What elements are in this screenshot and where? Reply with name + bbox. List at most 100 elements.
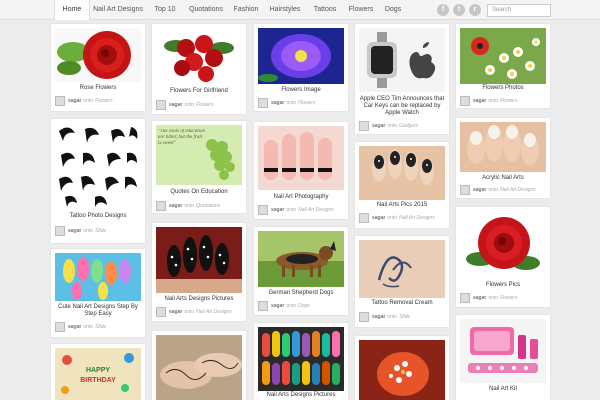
pin-board[interactable]: Slide <box>95 228 106 234</box>
nav-home[interactable]: Home <box>54 0 90 20</box>
pin-card[interactable]: Flowers Photos sagar onto Flowers <box>456 24 550 108</box>
pin-user[interactable]: sagar <box>473 98 486 104</box>
pin-card[interactable]: Apple CEO Tim Announces that Car Keys ca… <box>355 24 449 134</box>
pin-title[interactable]: Nail Art Kit <box>458 386 548 393</box>
nav-dogs[interactable]: Dogs <box>378 0 408 20</box>
pin-image[interactable] <box>460 319 546 383</box>
pin-user[interactable]: sagar <box>169 102 182 108</box>
pin-user[interactable]: sagar <box>473 187 486 193</box>
avatar[interactable] <box>258 205 268 215</box>
pin-board[interactable]: Flowers <box>95 98 113 104</box>
pin-image[interactable] <box>156 28 242 86</box>
pin-board[interactable]: Flowers <box>500 98 518 104</box>
pin-card[interactable]: Flowers Pics sagar onto Flowers <box>456 207 550 307</box>
pin-card[interactable]: Cute Nail Art Designs Step By Step Easy … <box>51 249 145 337</box>
pin-card[interactable]: Nail Arts Designs Pictures <box>254 323 348 400</box>
pin-card[interactable]: Tattoo Removal Cream sagar onto Slide <box>355 236 449 327</box>
pin-title[interactable]: Apple CEO Tim Announces that Car Keys ca… <box>357 96 447 117</box>
nav-hairstyles[interactable]: Hairstyles <box>264 0 306 20</box>
pin-title[interactable]: Tattoo Photo Designs <box>53 213 143 220</box>
nav-tattoos[interactable]: Tattoos <box>306 0 344 20</box>
pin-title[interactable]: Flowers Photos <box>458 85 548 92</box>
pin-image[interactable] <box>258 231 344 287</box>
nav-quotations[interactable]: Quotations <box>184 0 228 20</box>
pin-image[interactable] <box>258 28 344 84</box>
pin-image[interactable] <box>359 340 445 400</box>
nav-nail-art-designs[interactable]: Nail Art Designs <box>90 0 146 20</box>
pin-card[interactable]: Nail Arts Pics 2015 sagar onto Nail Art … <box>355 142 449 228</box>
pin-card[interactable]: Flowers Image sagar onto Flowers <box>254 24 348 111</box>
pin-card[interactable]: Nail Art Kit <box>456 315 550 400</box>
search-input[interactable]: Search <box>487 4 551 17</box>
pin-title[interactable]: Cute Nail Art Designs Step By Step Easy <box>53 304 143 318</box>
pin-title[interactable]: Quotes On Education <box>154 189 244 196</box>
pin-image[interactable] <box>55 253 141 301</box>
pin-user[interactable]: sagar <box>169 309 182 315</box>
pin-title[interactable]: Nail Art Photography <box>256 194 346 201</box>
pin-card[interactable]: Flowers For Girlfriend sagar onto Flower… <box>152 24 246 114</box>
pin-card[interactable]: Tattoo Photo Designs sagar onto Slide <box>51 119 145 243</box>
avatar[interactable] <box>156 201 166 211</box>
avatar[interactable] <box>460 185 470 195</box>
avatar[interactable] <box>460 96 470 106</box>
avatar[interactable] <box>55 226 65 236</box>
pin-image[interactable] <box>156 335 242 400</box>
facebook-icon[interactable]: f <box>437 4 449 16</box>
avatar[interactable] <box>359 312 369 322</box>
pin-card[interactable] <box>355 336 449 400</box>
pin-board[interactable]: Slide <box>95 324 106 330</box>
pin-board[interactable]: Nail Art Designs <box>298 207 334 213</box>
pin-user[interactable]: sagar <box>271 207 284 213</box>
pin-title[interactable]: Flowers Pics <box>458 282 548 289</box>
pin-card[interactable]: Nail Art Photography sagar onto Nail Art… <box>254 122 348 219</box>
pin-image[interactable] <box>359 146 445 200</box>
pin-title[interactable]: German Shepherd Dogs <box>256 290 346 297</box>
avatar[interactable] <box>359 121 369 131</box>
pin-board[interactable]: Flowers <box>196 102 214 108</box>
pin-title[interactable]: Rose Flowers <box>53 85 143 92</box>
pin-user[interactable]: sagar <box>169 203 182 209</box>
pin-board[interactable]: Dogs <box>298 303 310 309</box>
pin-title[interactable]: Flowers For Girlfriend <box>154 88 244 95</box>
pin-board[interactable]: Flowers <box>298 100 316 106</box>
pin-board[interactable]: Gadgets <box>399 123 418 129</box>
pin-card[interactable]: Acrylic Nail Arts sagar onto Nail Art De… <box>456 118 550 198</box>
avatar[interactable] <box>55 322 65 332</box>
pin-board[interactable]: Slide <box>399 314 410 320</box>
pin-title[interactable]: Nail Arts Designs Pictures <box>256 392 346 399</box>
pin-board[interactable]: Flowers <box>500 295 518 301</box>
pin-title[interactable]: Tattoo Removal Cream <box>357 300 447 307</box>
pin-board[interactable]: Quotations <box>196 203 220 209</box>
nav-flowers[interactable]: Flowers <box>344 0 378 20</box>
rss-icon[interactable]: r <box>469 4 481 16</box>
pin-board[interactable]: Nail Art Designs <box>196 309 232 315</box>
pin-title[interactable]: Nail Arts Designs Pictures <box>154 296 244 303</box>
pin-image[interactable] <box>55 123 141 209</box>
pin-user[interactable]: sagar <box>372 314 385 320</box>
pin-user[interactable]: sagar <box>372 215 385 221</box>
pin-user[interactable]: sagar <box>473 295 486 301</box>
pin-user[interactable]: sagar <box>68 98 81 104</box>
avatar[interactable] <box>258 301 268 311</box>
pin-user[interactable]: sagar <box>372 123 385 129</box>
pin-image[interactable]: HAPPY BIRTHDAY <box>55 348 141 400</box>
avatar[interactable] <box>55 96 65 106</box>
pin-board[interactable]: Nail Art Designs <box>500 187 536 193</box>
pin-title[interactable]: Acrylic Nail Arts <box>458 175 548 182</box>
pin-user[interactable]: sagar <box>68 324 81 330</box>
pin-card[interactable] <box>152 331 246 400</box>
pin-image[interactable] <box>460 28 546 84</box>
nav-top-10[interactable]: Top 10 <box>146 0 184 20</box>
pin-user[interactable]: sagar <box>271 303 284 309</box>
pin-user[interactable]: sagar <box>271 100 284 106</box>
pin-image[interactable]: "The roots of education are bitter, but … <box>156 125 242 185</box>
pin-card[interactable]: Rose Flowers sagar onto Flowers <box>51 24 145 111</box>
pin-image[interactable] <box>359 240 445 298</box>
twitter-icon[interactable]: t <box>453 4 465 16</box>
avatar[interactable] <box>460 293 470 303</box>
avatar[interactable] <box>258 98 268 108</box>
pin-card[interactable]: HAPPY BIRTHDAY <box>51 344 145 400</box>
pin-card[interactable]: German Shepherd Dogs sagar onto Dogs <box>254 227 348 315</box>
pin-image[interactable] <box>258 327 344 391</box>
avatar[interactable] <box>156 100 166 110</box>
